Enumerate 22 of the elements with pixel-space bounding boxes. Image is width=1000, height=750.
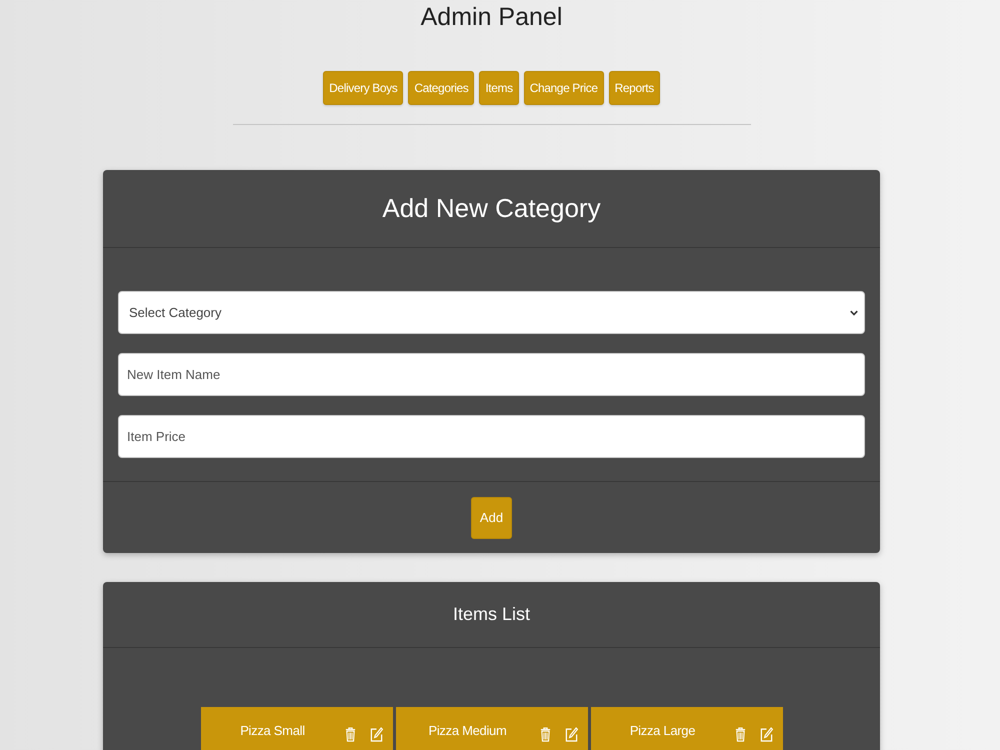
category-select[interactable]: Select Category <box>118 291 865 334</box>
chevron-down-icon <box>850 310 858 316</box>
card-title: Items List <box>103 582 880 648</box>
edit-icon[interactable] <box>760 726 772 742</box>
nav-button[interactable]: Items <box>479 71 519 105</box>
trash-icon[interactable] <box>344 726 356 742</box>
input-field[interactable]: New Item Name <box>118 353 865 396</box>
card-title: Add New Category <box>103 170 880 248</box>
item-name: Pizza Medium <box>427 722 508 738</box>
nav-button[interactable]: Categories <box>408 71 474 105</box>
item-name: Pizza Small <box>239 722 306 738</box>
trash-icon[interactable] <box>734 726 746 742</box>
item-name: Pizza Large <box>628 722 696 738</box>
page-title: Admin Panel <box>420 2 562 32</box>
nav-button[interactable]: Reports <box>608 71 660 105</box>
input-field[interactable]: Item Price <box>118 415 865 458</box>
nav-button[interactable]: Delivery Boys <box>323 71 404 105</box>
nav-button[interactable]: Change Price <box>524 71 604 105</box>
trash-icon[interactable] <box>540 726 550 742</box>
add-button[interactable]: Add <box>470 496 512 538</box>
edit-icon[interactable] <box>370 726 382 742</box>
edit-icon[interactable] <box>564 726 578 742</box>
